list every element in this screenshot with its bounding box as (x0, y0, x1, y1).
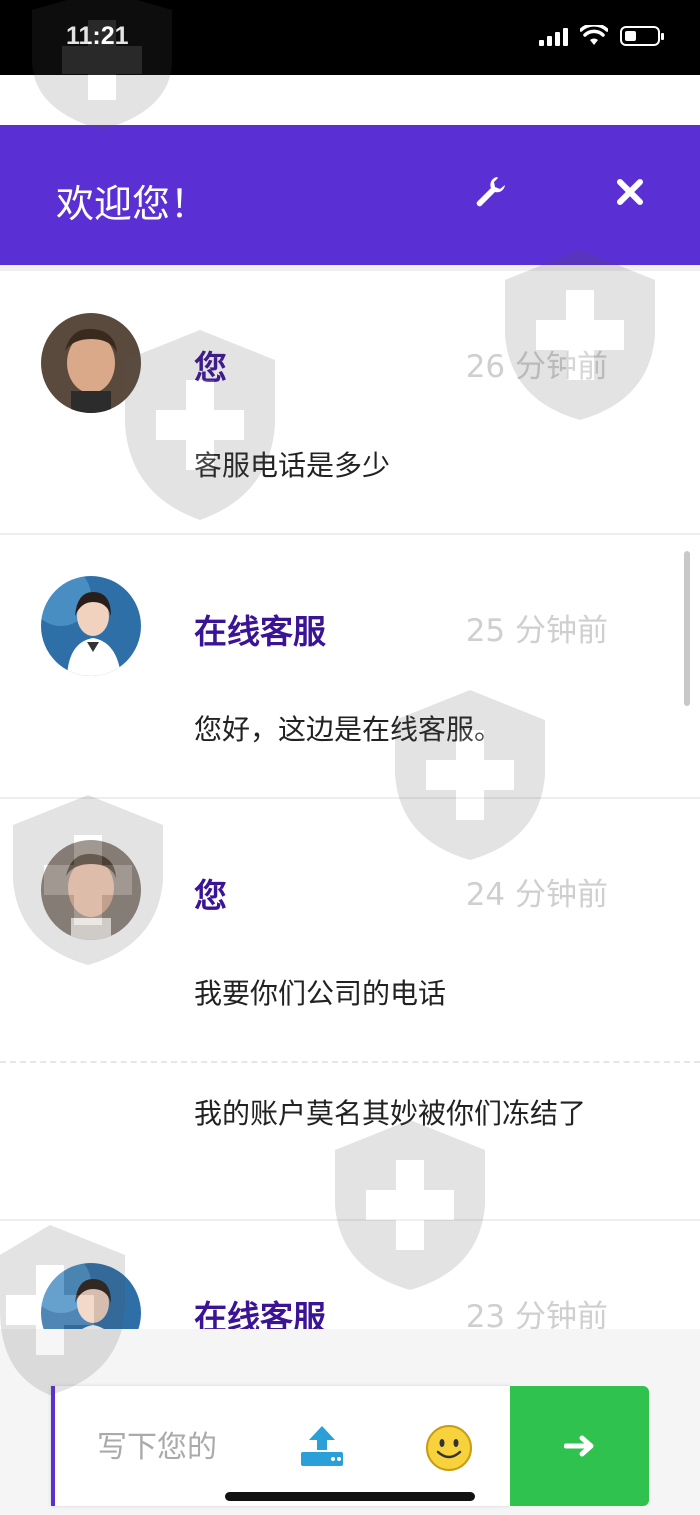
message-text: 我的账户莫名其妙被你们冻结了 (194, 1097, 587, 1130)
message-text: 我要你们公司的电话 (194, 977, 447, 1010)
status-icons (539, 25, 664, 47)
home-indicator (225, 1492, 475, 1501)
emoji-button[interactable] (425, 1424, 473, 1472)
message-item: 您 24 分钟前 我要你们公司的电话 我的账户莫名其妙被你们冻结了 (0, 799, 700, 1219)
agent-avatar (41, 1263, 141, 1329)
smiley-icon (426, 1425, 472, 1471)
user-avatar (41, 840, 141, 940)
wrench-icon (476, 177, 505, 207)
close-button[interactable] (610, 172, 650, 212)
message-input[interactable] (95, 1426, 249, 1468)
sender-name: 您 (194, 876, 227, 915)
message-item: 您 26 分钟前 客服电话是多少 (0, 271, 700, 533)
message-item: 在线客服 25 分钟前 您好，这边是在线客服。 (0, 535, 700, 797)
arrow-right-icon (563, 1435, 593, 1457)
message-time: 24 分钟前 (465, 877, 608, 913)
status-bar: 11:21 (0, 0, 700, 75)
message-text: 客服电话是多少 (194, 449, 391, 482)
wifi-icon (580, 25, 608, 45)
message-list[interactable]: 您 26 分钟前 客服电话是多少 在线客服 25 分钟前 您好，这边是在线客服。 (0, 271, 700, 1329)
header-title: 欢迎您！ (56, 182, 209, 226)
close-icon (617, 179, 643, 205)
settings-button[interactable] (470, 172, 510, 212)
agent-avatar (41, 576, 141, 676)
upload-button[interactable] (299, 1424, 345, 1468)
signal-icon (539, 26, 568, 46)
message-separator (0, 1061, 700, 1063)
upload-icon (301, 1426, 343, 1466)
battery-icon (620, 26, 664, 46)
chat-header: 欢迎您！ (0, 125, 700, 265)
message-time: 23 分钟前 (465, 1299, 608, 1329)
status-time: 11:21 (66, 22, 129, 50)
sender-name: 在线客服 (194, 612, 326, 651)
message-time: 26 分钟前 (465, 349, 608, 385)
sender-name: 在线客服 (194, 1298, 326, 1329)
user-avatar (41, 313, 141, 413)
message-time: 25 分钟前 (465, 613, 608, 649)
message-composer (51, 1386, 511, 1506)
send-button[interactable] (510, 1386, 649, 1506)
sender-name: 您 (194, 348, 227, 387)
scrollbar[interactable] (684, 551, 690, 706)
message-text: 您好，这边是在线客服。 (194, 713, 503, 746)
message-item: 在线客服 23 分钟前 (0, 1221, 700, 1329)
